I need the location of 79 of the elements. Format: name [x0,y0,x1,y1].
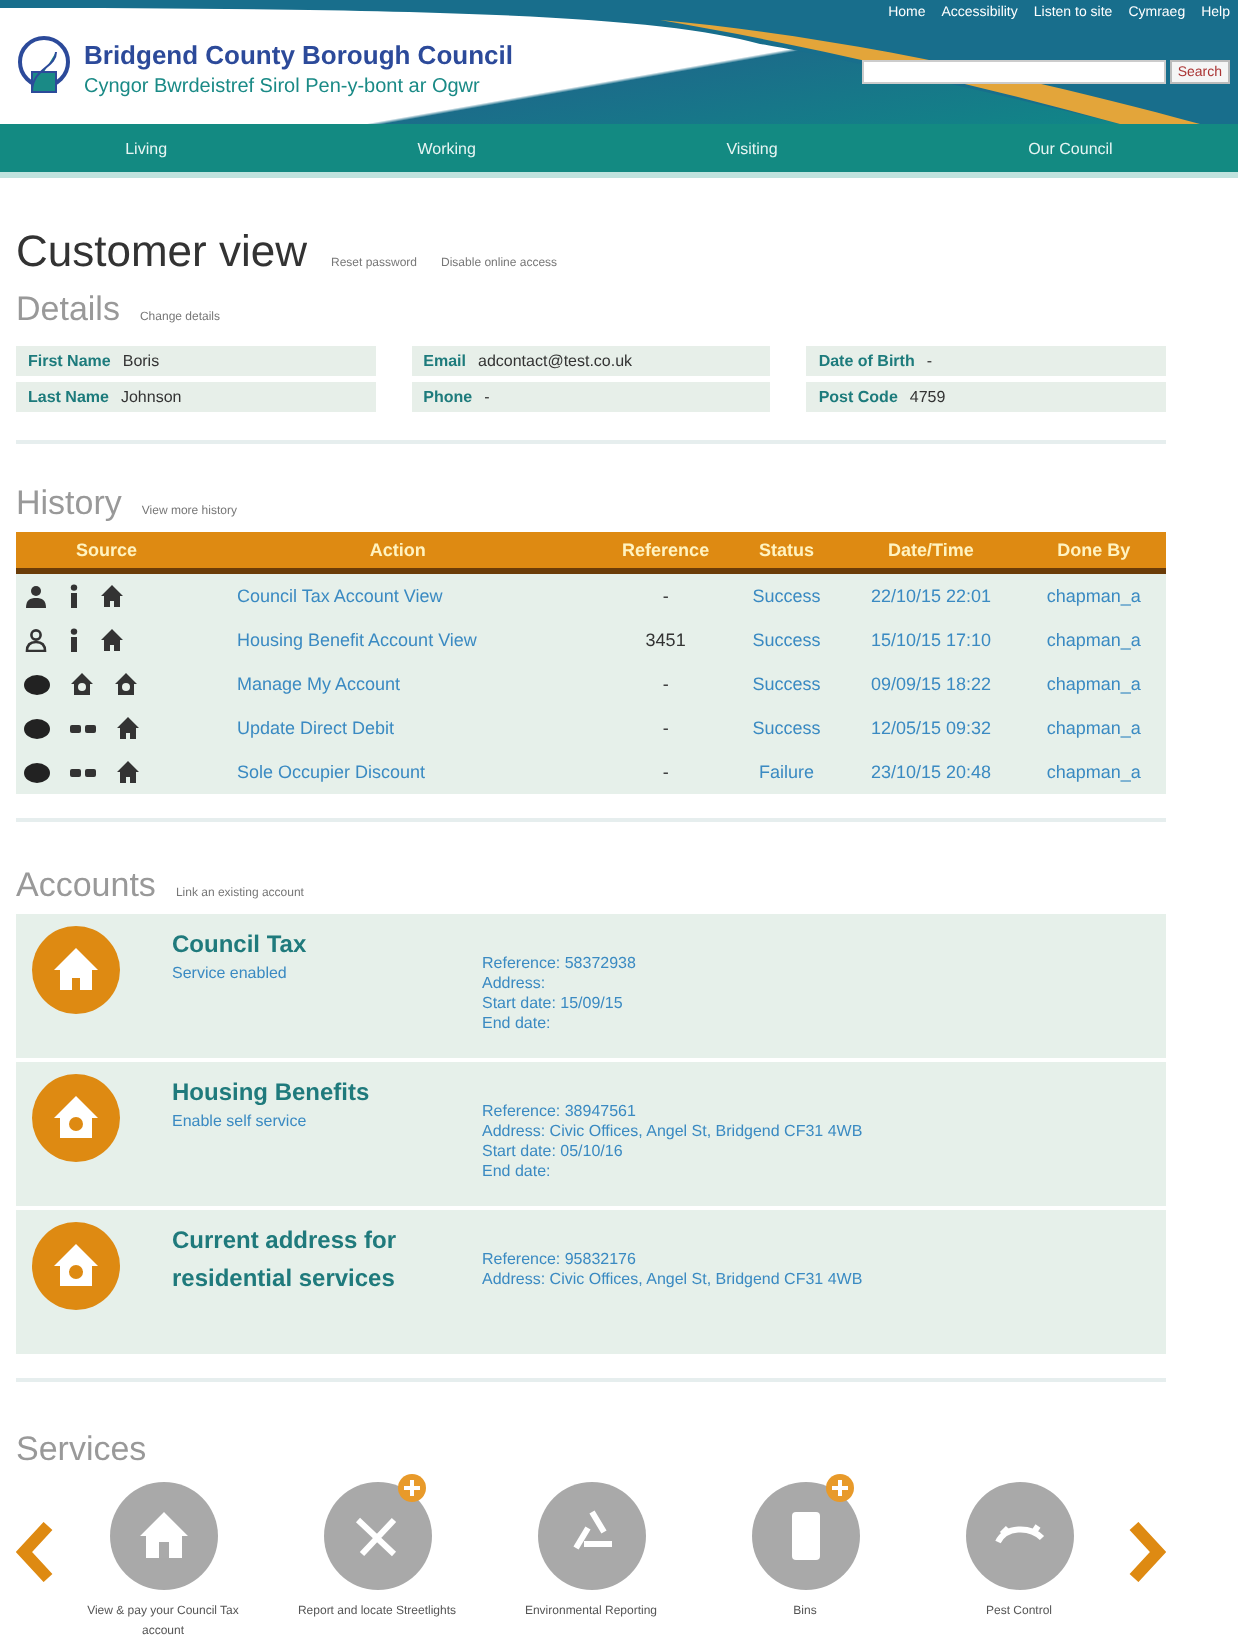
nav-link[interactable]: Our Council [1028,139,1113,157]
person-icon [24,628,48,652]
account-detail: Reference: 38947561 [482,1102,638,1122]
column-header: Date/Time [840,532,1022,571]
column-header: Action [197,532,599,571]
home-icon [116,760,140,784]
home-icon [100,584,124,608]
table-cell: 12/05/15 09:32 [840,706,1022,750]
table-cell: 09/09/15 18:22 [840,662,1022,706]
table-cell: chapman_a [1021,750,1166,794]
bin-icon[interactable] [751,1482,859,1590]
account-detail: Start date: 05/10/16 [482,1142,625,1162]
table-cell: - [598,571,733,618]
home-icon [100,628,124,652]
info-icon [68,584,80,608]
action-link[interactable]: Sole Occupier Discount [197,750,599,794]
account-detail: End date: [482,1014,553,1034]
house-icon [32,926,120,1014]
table-cell: Success [732,706,841,750]
table-cell: 22/10/15 22:01 [840,571,1022,618]
table-cell: Success [732,571,841,618]
agent-icon [24,584,48,608]
council-name-welsh: Cyngor Bwrdeistref Sirol Pen-y-bont ar Ogwr [84,75,482,97]
detail-field: Post Code 4759 [806,382,1166,412]
action-link[interactable]: Update Direct Debit [197,706,599,750]
table-cell: Failure [732,750,841,794]
table-cell: - [598,706,733,750]
detail-field: Date of Birth - [806,346,1166,376]
section-title: Accounts [16,866,156,906]
table-cell: Success [732,662,841,706]
column-header: Done By [1021,532,1166,571]
account-name[interactable]: Housing Benefits [172,1074,482,1112]
home-circle-icon [32,1074,120,1162]
account-name[interactable]: Council Tax [172,926,482,964]
council-name: Bridgend County Borough Council [84,39,513,69]
detail-field: Last Name Johnson [16,382,376,412]
account-status[interactable]: Service enabled [172,964,482,982]
house-icon[interactable] [109,1482,217,1590]
detail-field: First Name Boris [16,346,376,376]
action-link[interactable]: Manage My Account [197,662,599,706]
table-cell: chapman_a [1021,662,1166,706]
dash-icon [70,723,96,733]
nav-link[interactable]: Working [417,139,476,157]
table-cell: 3451 [598,618,733,662]
column-header: Source [16,532,197,571]
table-cell: - [598,662,733,706]
action-link[interactable]: Housing Benefit Account View [197,618,599,662]
nav-link[interactable]: Living [125,139,168,157]
action-link[interactable]: Council Tax Account View [197,571,599,618]
account-status[interactable]: Enable self service [172,1112,482,1130]
section-title: Details [16,290,120,330]
section-title: Services [16,1430,147,1470]
page-title: Customer view [16,226,307,278]
search-field[interactable] [861,60,1166,84]
detail-field: Phone - [411,382,771,412]
home-icon [116,716,140,740]
account-detail: Address: Civic Offices, Angel St, Bridgend CF31 4WB [482,1270,863,1290]
column-header: Status [732,532,841,571]
section-title: History [16,484,122,524]
home-circle-icon [32,1222,120,1310]
detail-field: Email adcontact@test.co.uk [411,346,771,376]
table-cell: - [598,750,733,794]
info-icon [68,628,80,652]
account-detail: Address: [482,974,548,994]
account-detail: Start date: 15/09/15 [482,994,625,1014]
account-name[interactable]: Current address for residential services [172,1222,482,1298]
column-header: Reference [598,532,733,571]
nav-link[interactable]: Visiting [726,139,778,157]
table-cell: 23/10/15 20:48 [840,750,1022,794]
account-detail: End date: [482,1162,553,1182]
table-cell: 15/10/15 17:10 [840,618,1022,662]
dash-icon [70,767,96,777]
table-cell: chapman_a [1021,706,1166,750]
table-cell: Success [732,618,841,662]
table-cell: chapman_a [1021,571,1166,618]
table-cell: chapman_a [1021,618,1166,662]
account-detail: Reference: 95832176 [482,1250,638,1270]
account-detail: Reference: 58372938 [482,954,636,974]
account-detail: Address: Civic Offices, Angel St, Bridgend CF31 4WB [482,1122,863,1142]
